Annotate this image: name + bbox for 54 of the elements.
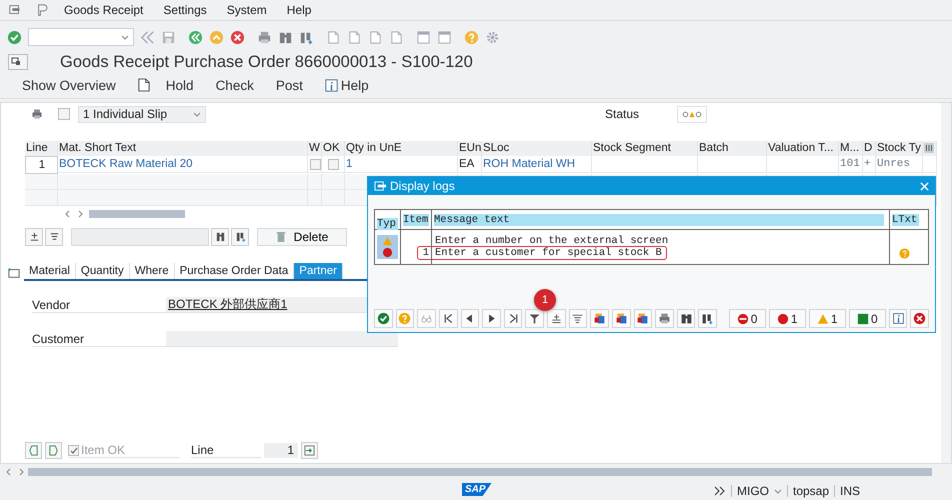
dialog-title: Display logs (390, 179, 455, 193)
column-header[interactable]: Item (403, 214, 429, 226)
stop-counter[interactable]: 0 (728, 309, 766, 328)
input-mode[interactable]: INS (840, 484, 860, 498)
table-cell: 1 (422, 247, 429, 259)
transaction-code[interactable]: MIGO (737, 484, 769, 498)
table-cell: Unres (876, 156, 923, 173)
column-header[interactable]: D (863, 141, 876, 156)
success-counter[interactable]: 0 (848, 309, 886, 328)
table-cell: EA (458, 156, 482, 173)
tab[interactable]: Partner (294, 263, 343, 279)
column-header[interactable]: EUn (458, 141, 482, 156)
column-header[interactable]: SLoc (482, 141, 592, 156)
menu-item[interactable]: Settings (163, 3, 207, 17)
column-header[interactable]: Line (25, 141, 58, 156)
column-header[interactable]: Mat. Short Text (58, 141, 308, 156)
column-header[interactable]: Typ (377, 218, 398, 230)
message-text: Enter a customer for special stock B (434, 247, 662, 259)
toolbar-button[interactable]: Post (276, 78, 303, 92)
column-header[interactable]: LTxt (892, 214, 919, 226)
table-cell: ROH Material WH (482, 156, 592, 173)
table-cell: + (863, 156, 876, 173)
user-name: topsap (793, 484, 830, 498)
table-cell: 101 (839, 156, 863, 173)
menu-item[interactable]: System (226, 3, 267, 17)
slip-dropdown[interactable]: 1 Individual Slip (78, 106, 206, 122)
column-header[interactable]: OK (322, 141, 345, 156)
status-label: Status (605, 107, 640, 121)
column-header[interactable]: Valuation T... (767, 141, 839, 156)
line-field[interactable]: 1 (264, 443, 298, 458)
toolbar-button[interactable]: Check (216, 78, 254, 92)
column-header[interactable]: Batch (698, 141, 767, 156)
menu-item[interactable]: Goods Receipt (64, 3, 144, 17)
column-header[interactable]: Message text (434, 214, 884, 226)
table-cell: 1 (25, 156, 58, 174)
warning-counter[interactable]: 1 (808, 309, 846, 328)
field-label: Line (191, 443, 261, 458)
column-header[interactable]: W (308, 141, 322, 156)
column-header[interactable]: Stock Segment (592, 141, 698, 156)
menu-item[interactable]: Help (286, 3, 312, 17)
toolbar-button[interactable]: Show Overview (22, 78, 116, 92)
column-header[interactable]: Qty in UnE (345, 141, 458, 156)
table-cell: 1 (345, 156, 458, 173)
step-badge: 1 (534, 289, 556, 311)
table-cell[interactable]: BOTECK Raw Material 20 (58, 156, 308, 173)
toolbar-button[interactable]: Hold (166, 78, 194, 92)
message-text: Enter a number on the external screen (434, 235, 668, 247)
toolbar-button[interactable]: Help (324, 78, 369, 92)
delete-button[interactable]: Delete (257, 228, 347, 246)
column-header[interactable]: M... (839, 141, 863, 156)
sap-logo: SAP (462, 483, 492, 496)
error-counter[interactable]: 1 (768, 309, 806, 328)
screen-title: Goods Receipt Purchase Order 8660000013 - S100-120 (60, 52, 473, 72)
column-header[interactable]: Stock Ty (876, 141, 923, 156)
